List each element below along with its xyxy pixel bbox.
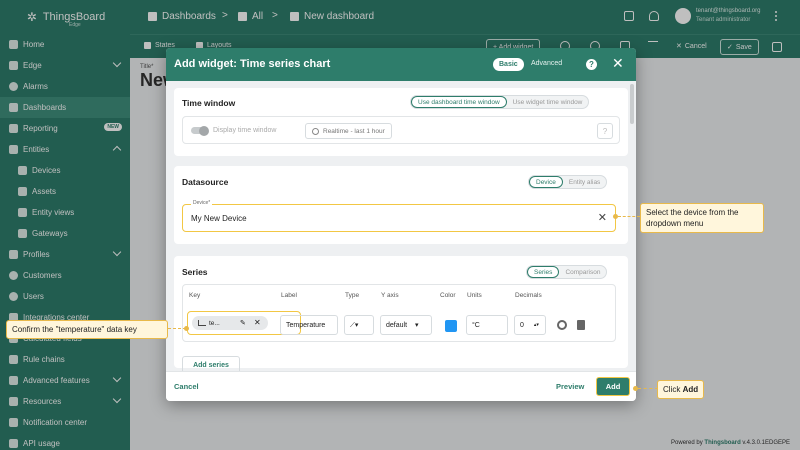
add-callout-prefix: Click (663, 385, 681, 394)
preview-button[interactable]: Preview (556, 382, 584, 391)
trash-icon[interactable] (577, 320, 585, 330)
series-type-toggle: Series Comparison (526, 265, 608, 279)
y-axis-value: default (386, 321, 408, 329)
use-widget-time-window-option[interactable]: Use widget time window (507, 96, 589, 108)
column-header: Decimals (515, 292, 542, 299)
dialog-footer: Cancel Preview Add (166, 371, 636, 401)
series-card: Series Series Comparison Key Label Type … (174, 256, 628, 374)
datasource-type-toggle: Device Entity alias (528, 175, 608, 189)
dialog-header: Add widget: Time series chart Basic Adva… (166, 48, 636, 81)
remove-icon[interactable]: ✕ (254, 318, 261, 327)
series-table: Key Label Type Y axis Color Units Decima… (182, 284, 616, 342)
y-axis-select[interactable]: default ▾ (380, 315, 432, 335)
callout-line (638, 388, 658, 389)
help-icon[interactable]: ? (597, 123, 613, 139)
time-window-source-toggle: Use dashboard time window Use widget tim… (410, 95, 590, 109)
add-callout: Click Add (657, 380, 705, 399)
close-icon[interactable]: ✕ (612, 56, 624, 70)
column-header: Type (345, 292, 360, 299)
scrollbar[interactable] (630, 84, 634, 124)
decimals-stepper[interactable]: 0 ▴▾ (514, 315, 546, 335)
mode-advanced-toggle[interactable]: Advanced (531, 60, 562, 67)
data-key-label: te... (209, 319, 220, 327)
mode-basic-toggle[interactable]: Basic (493, 58, 524, 71)
column-header: Label (281, 292, 297, 299)
comparison-option[interactable]: Comparison (559, 266, 606, 278)
data-key-callout: Confirm the "temperature" data key (6, 320, 168, 339)
datasource-card: Datasource Device Entity alias Device* M… (174, 166, 628, 244)
realtime-selector[interactable]: Realtime - last 1 hour (305, 123, 392, 139)
color-swatch[interactable] (445, 320, 457, 332)
device-value: My New Device (191, 214, 247, 223)
help-icon[interactable]: ? (586, 59, 597, 70)
column-header: Units (467, 292, 482, 299)
add-callout-bold: Add (682, 385, 699, 394)
series-type-select[interactable]: ⟋▾ (344, 315, 374, 335)
series-label-input[interactable]: Temperature (280, 315, 338, 335)
realtime-label: Realtime - last 1 hour (323, 127, 385, 135)
time-window-row: Display time window Realtime - last 1 ho… (182, 116, 620, 144)
time-window-card: Time window Use dashboard time window Us… (174, 88, 628, 156)
display-time-window-switch[interactable] (191, 125, 209, 136)
units-input[interactable]: °C (466, 315, 508, 335)
display-time-window-label: Display time window (213, 127, 277, 134)
clear-icon[interactable]: ✕ (598, 211, 607, 224)
datasource-title: Datasource (182, 177, 229, 187)
device-select[interactable]: Device* My New Device ✕ (182, 200, 616, 232)
clock-icon (312, 127, 319, 135)
series-title: Series (182, 267, 208, 277)
column-header: Y axis (381, 292, 399, 299)
stepper-icon: ▴▾ (533, 322, 539, 328)
device-field-label: Device* (191, 200, 213, 206)
device-callout: Select the device from the dropdown menu (640, 203, 764, 233)
device-option[interactable]: Device (529, 176, 563, 188)
dialog-title: Add widget: Time series chart (174, 58, 331, 70)
decimals-value: 0 (520, 321, 524, 329)
add-button[interactable]: Add (596, 377, 630, 396)
gear-icon[interactable] (557, 320, 567, 330)
use-dashboard-time-window-option[interactable]: Use dashboard time window (411, 96, 507, 108)
edit-icon[interactable]: ✎ (240, 319, 246, 327)
add-widget-dialog: Add widget: Time series chart Basic Adva… (166, 48, 636, 401)
chevron-down-icon: ▾ (415, 322, 419, 329)
line-chart-icon: ⟋▾ (350, 321, 359, 329)
series-option[interactable]: Series (527, 266, 560, 278)
callout-line (618, 216, 640, 217)
data-key-chip[interactable]: te... ✎ ✕ (192, 316, 268, 330)
column-header: Key (189, 292, 201, 299)
callout-anchor (184, 326, 189, 331)
cancel-button[interactable]: Cancel (174, 382, 199, 391)
column-header: Color (440, 292, 456, 299)
time-window-title: Time window (182, 98, 236, 108)
entity-alias-option[interactable]: Entity alias (563, 176, 606, 188)
timeseries-icon (198, 320, 206, 326)
